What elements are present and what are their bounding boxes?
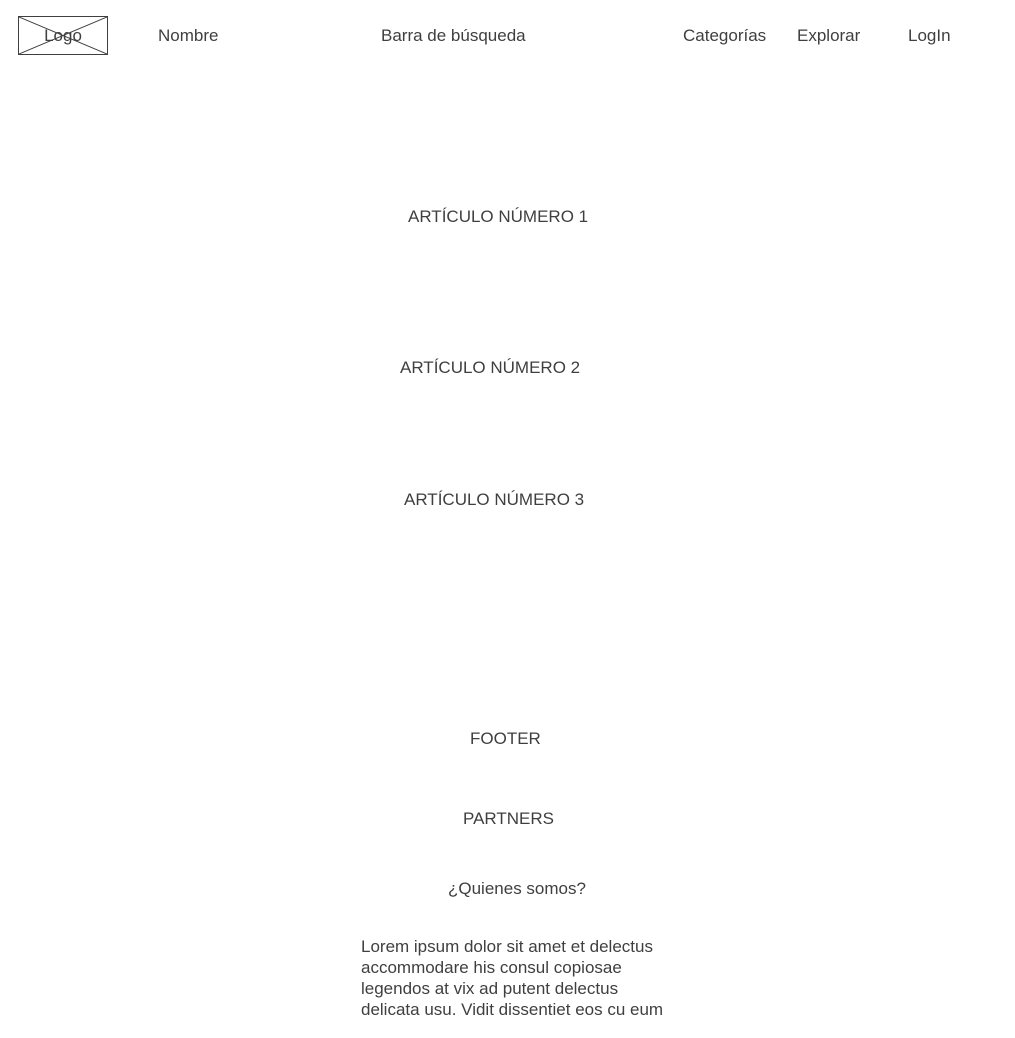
search-bar[interactable]: Barra de búsqueda xyxy=(381,26,526,46)
partners-heading: PARTNERS xyxy=(463,809,555,828)
article-title-2[interactable]: ARTÍCULO NÚMERO 2 xyxy=(400,358,580,378)
site-name: Nombre xyxy=(158,26,219,45)
article-title-3[interactable]: ARTÍCULO NÚMERO 3 xyxy=(404,490,584,510)
about-paragraph: Lorem ipsum dolor sit amet et delectus a… xyxy=(361,936,701,1020)
about-line: accommodare his consul copiosae xyxy=(361,958,622,977)
nav-categories[interactable]: Categorías xyxy=(683,26,766,46)
about-line: delicata usu. Vidit dissentiet eos cu eu… xyxy=(361,1000,664,1019)
article-title-1[interactable]: ARTÍCULO NÚMERO 1 xyxy=(408,207,588,227)
about-line: Lorem ipsum dolor sit amet et delectus xyxy=(361,937,653,956)
nav-explore[interactable]: Explorar xyxy=(797,26,860,46)
nav-login[interactable]: LogIn xyxy=(908,26,951,46)
about-line: legendos at vix ad putent delectus xyxy=(361,979,619,998)
logo-placeholder[interactable]: Logo xyxy=(18,16,108,55)
about-heading: ¿Quienes somos? xyxy=(448,879,586,898)
logo-label: Logo xyxy=(44,26,82,45)
footer-title: FOOTER xyxy=(470,729,541,748)
